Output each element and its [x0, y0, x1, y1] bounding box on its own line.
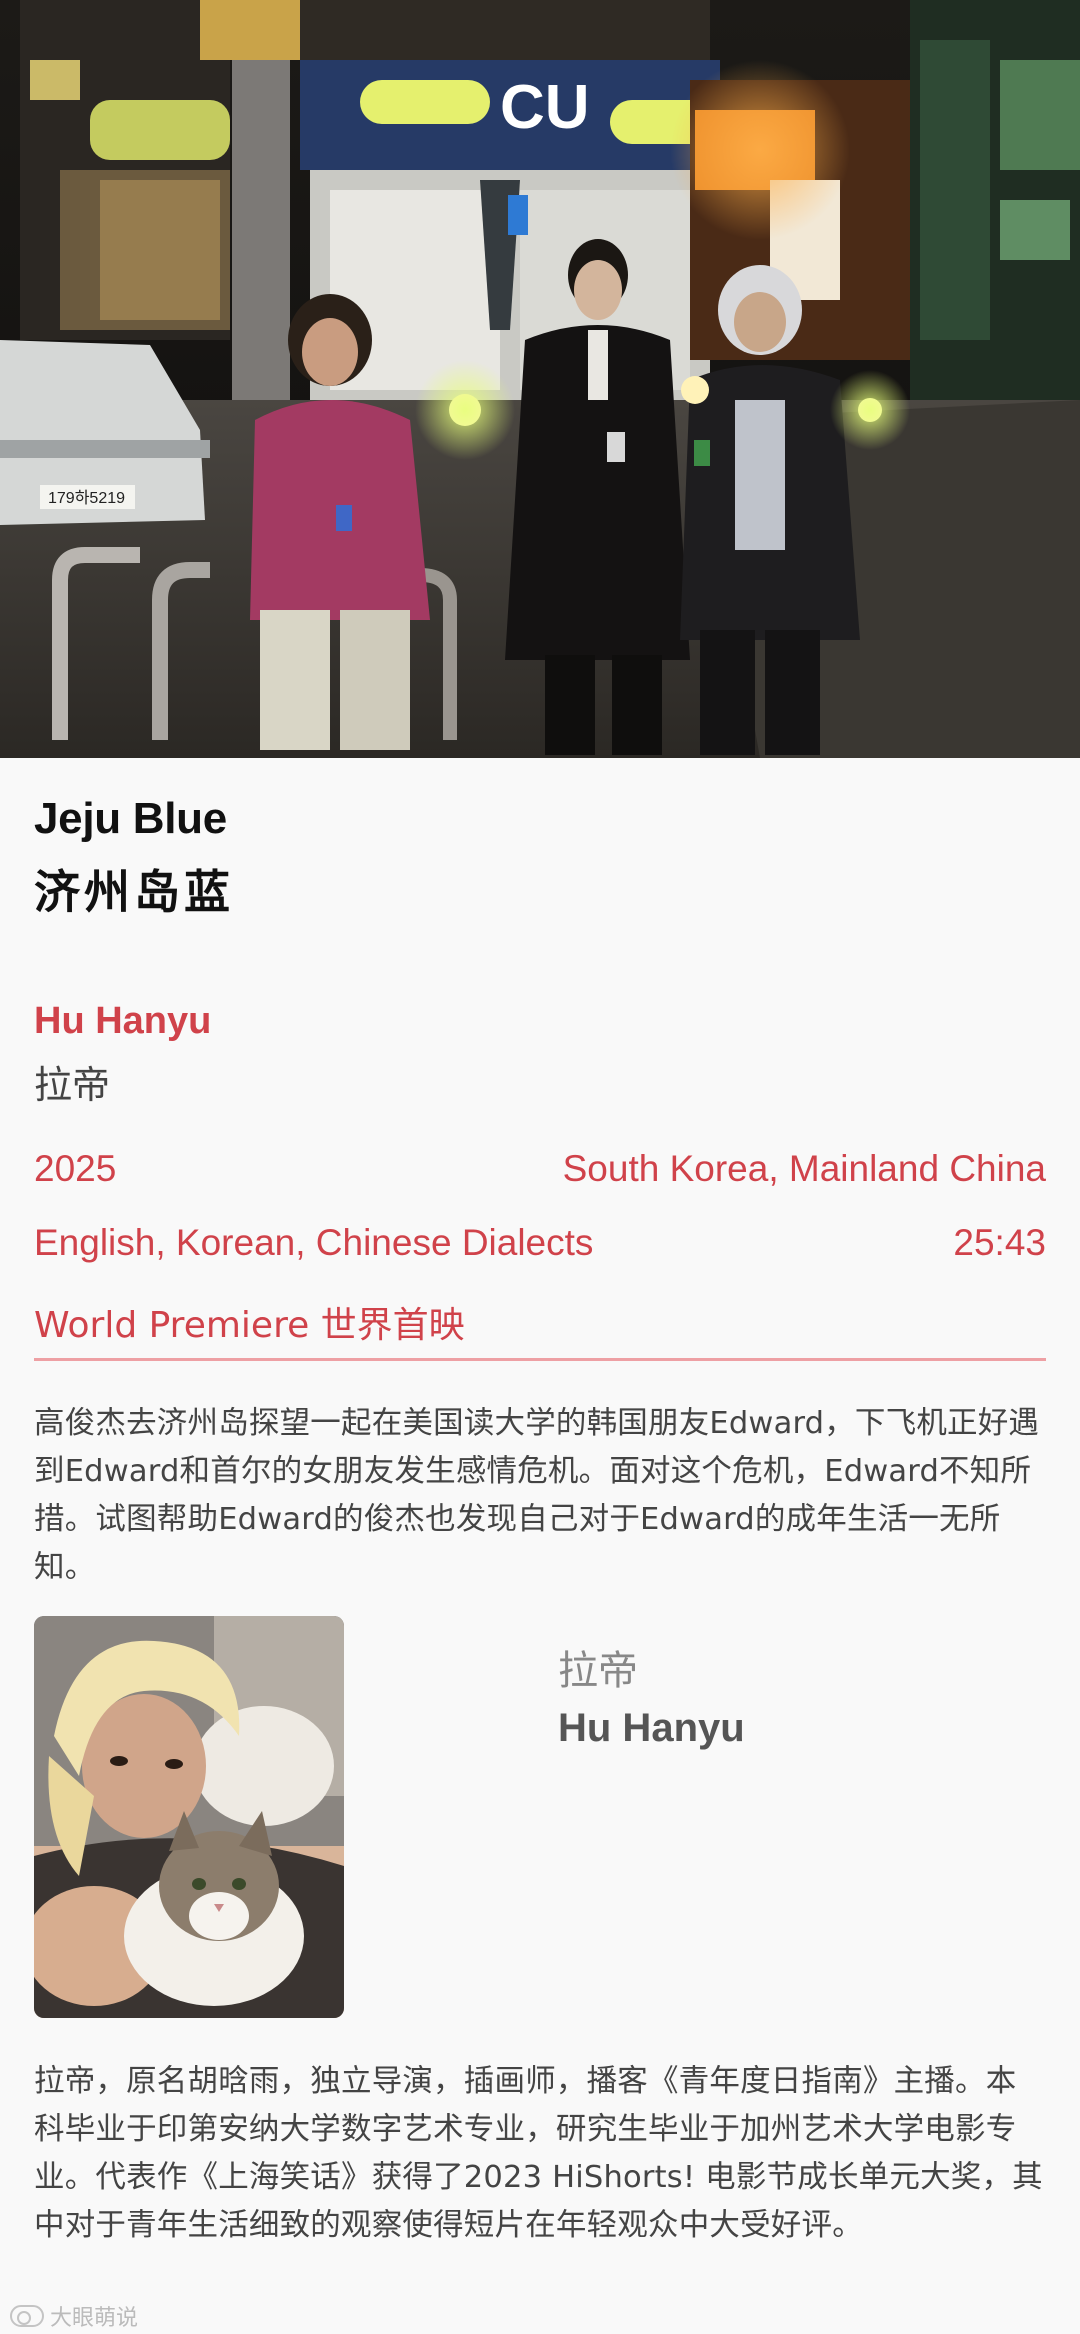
person-name-en: Hu Hanyu — [558, 1706, 745, 1750]
film-languages: English, Korean, Chinese Dialects — [34, 1222, 594, 1263]
meta-row-year-country: 2025 South Korea, Mainland China — [34, 1148, 1046, 1190]
film-title-cn: 济州岛蓝 — [34, 865, 234, 919]
watermark-text: 大眼萌说 — [50, 2306, 139, 2331]
person-name-cn: 拉帝 — [558, 1648, 638, 1694]
director-name-en: Hu Hanyu — [34, 1000, 212, 1042]
film-year: 2025 — [34, 1148, 117, 1189]
svg-text:CU: CU — [500, 73, 590, 142]
watermark: 大眼萌说 — [10, 2300, 138, 2332]
app-logo-icon — [10, 2305, 44, 2327]
director-name-cn: 拉帝 — [34, 1063, 111, 1107]
film-countries: South Korea, Mainland China — [562, 1148, 1046, 1189]
director-bio: 拉帝，原名胡晗雨，独立导演，插画师，播客《青年度日指南》主播。本科毕业于印第安纳… — [34, 2064, 1043, 2243]
film-title-en: Jeju Blue — [34, 794, 227, 843]
film-runtime: 25:43 — [953, 1222, 1046, 1263]
film-still-image: CU 179하5219 — [0, 0, 1080, 758]
section-divider — [34, 1358, 1046, 1361]
svg-text:179하5219: 179하5219 — [48, 489, 125, 507]
director-portrait — [34, 1616, 344, 2018]
film-synopsis: 高俊杰去济州岛探望一起在美国读大学的韩国朋友Edward，下飞机正好遇到Edwa… — [34, 1406, 1040, 1585]
meta-row-language-runtime: English, Korean, Chinese Dialects 25:43 — [34, 1222, 1046, 1264]
premiere-status: World Premiere 世界首映 — [34, 1305, 465, 1346]
